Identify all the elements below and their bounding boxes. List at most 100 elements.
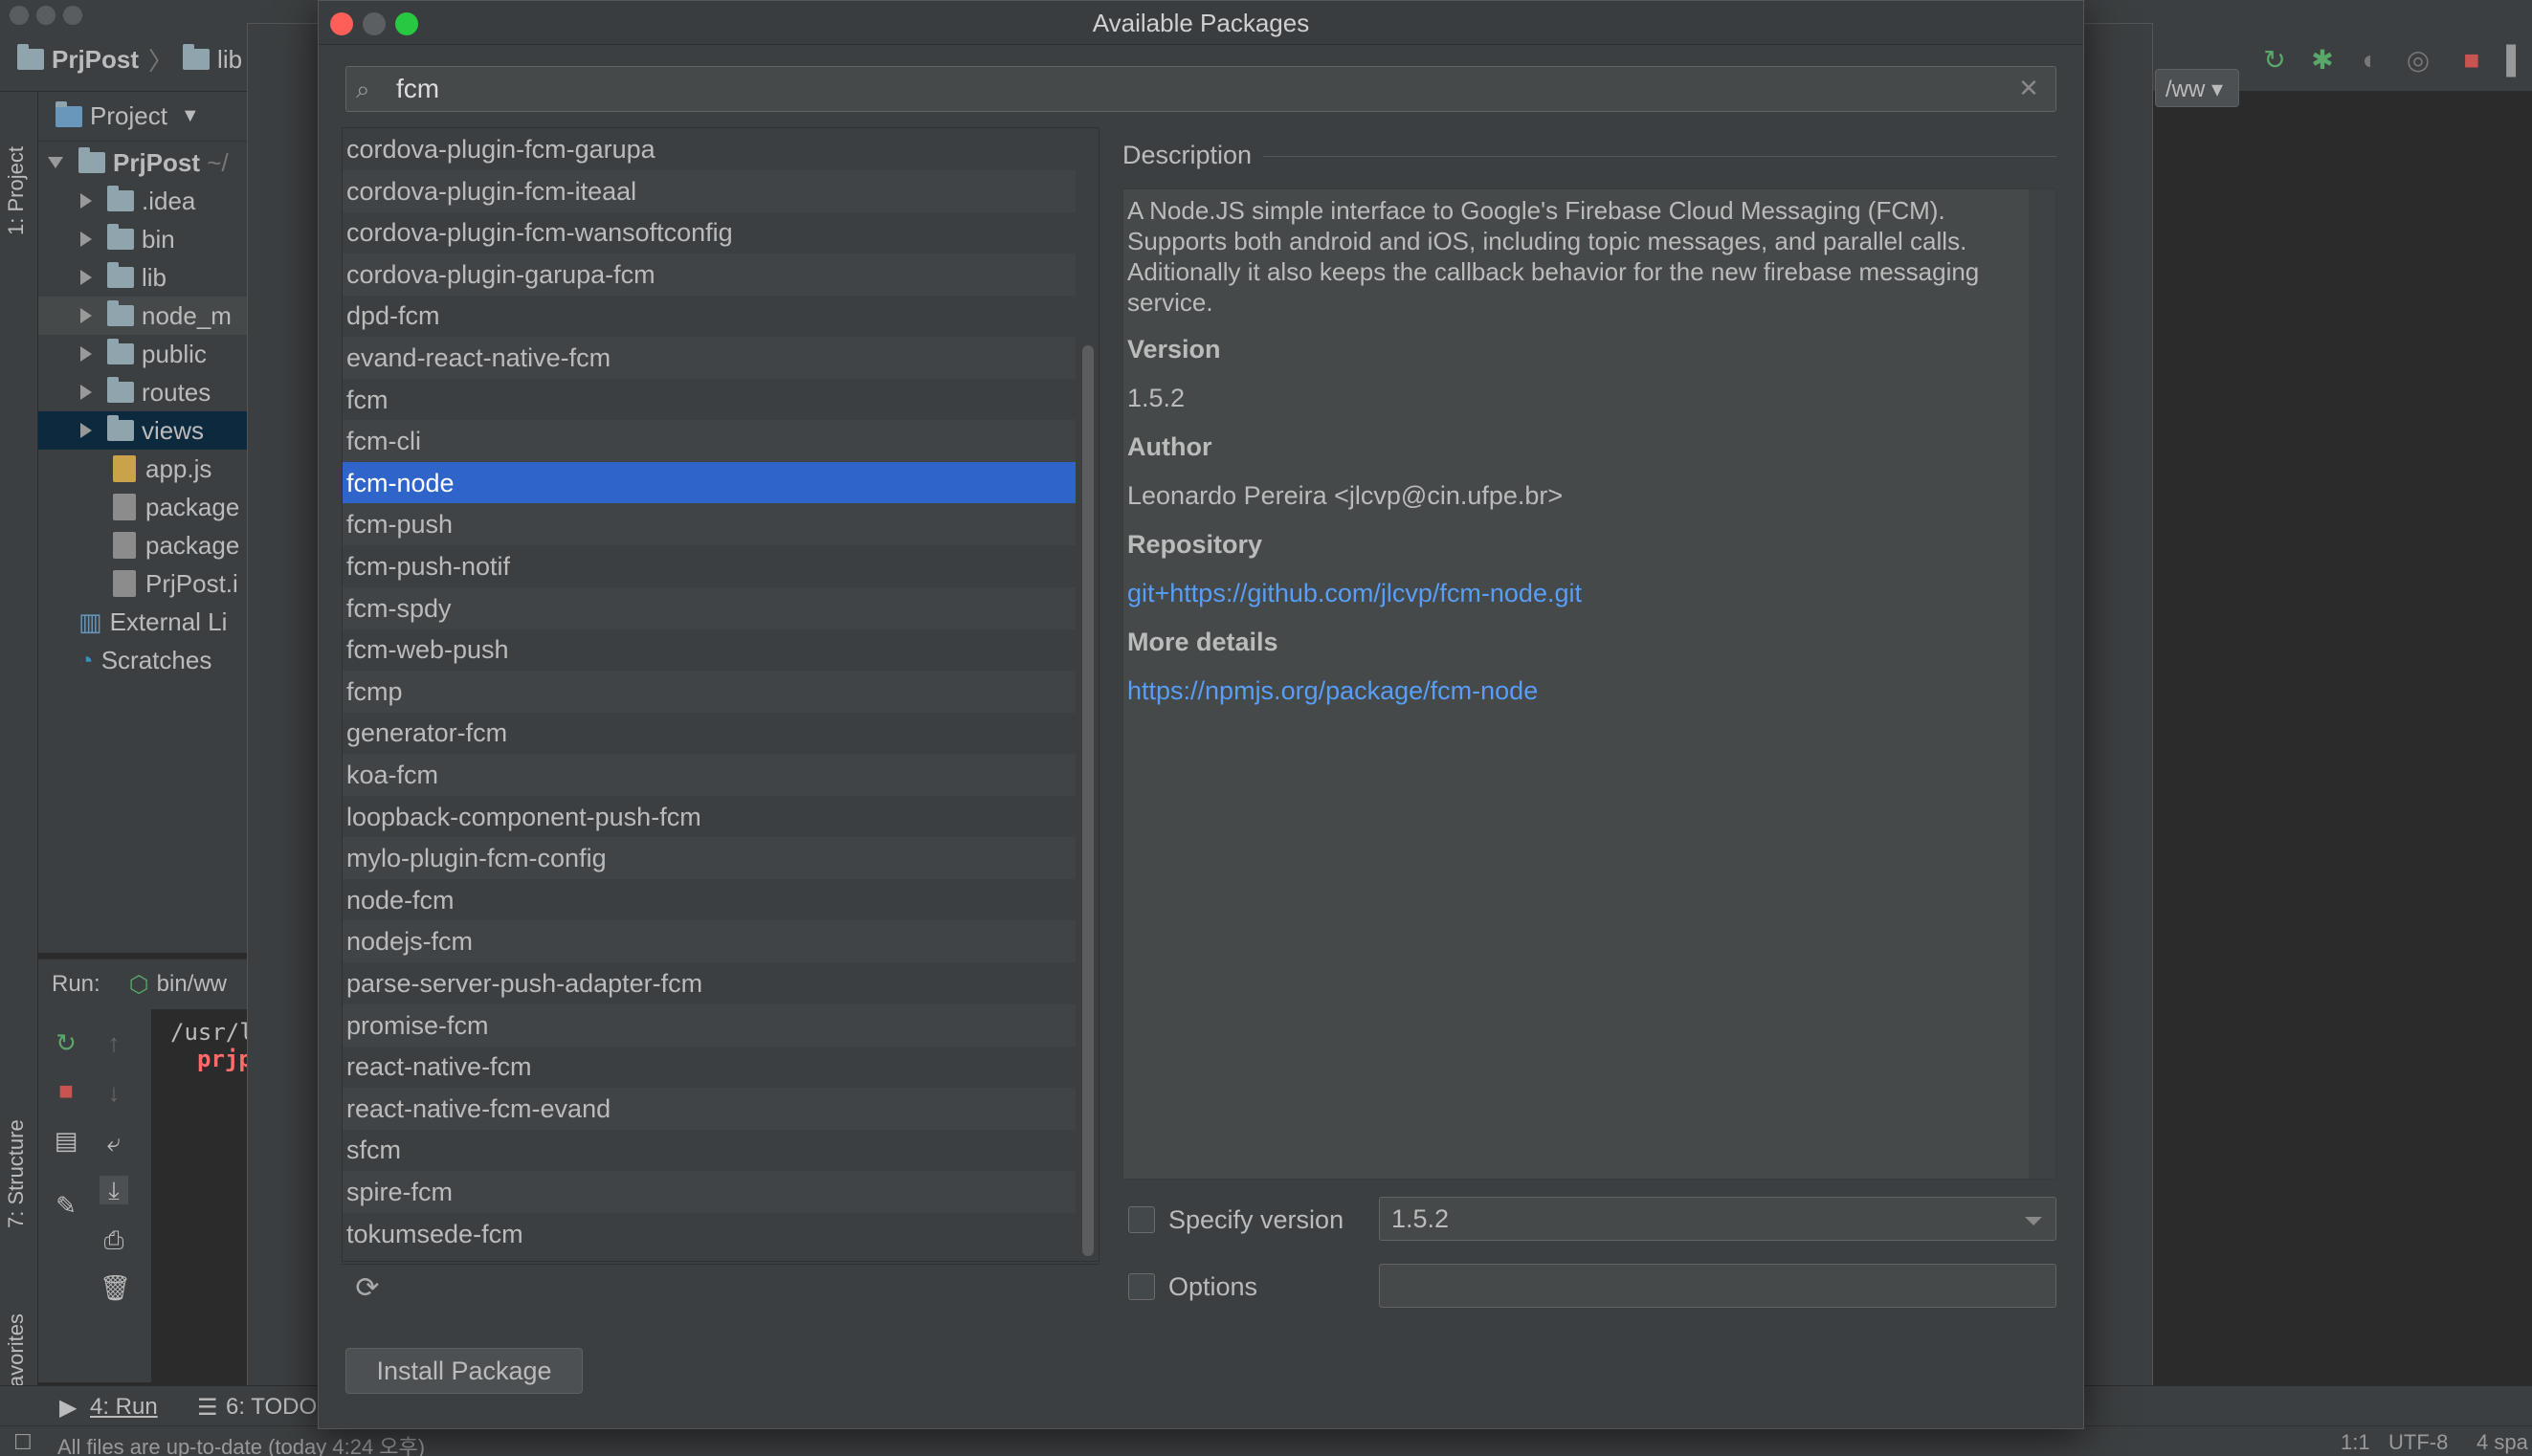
breadcrumb: PrjPost 〉 lib bbox=[17, 42, 242, 77]
package-list-item[interactable]: koa-fcm bbox=[343, 754, 1076, 796]
package-list-item[interactable]: tokumsede-fcm bbox=[343, 1213, 1076, 1255]
package-list-item[interactable]: generator-fcm bbox=[343, 712, 1076, 754]
pin-icon[interactable]: ✎ bbox=[52, 1191, 80, 1220]
tree-item[interactable]: package bbox=[38, 526, 251, 564]
run-config-select[interactable]: /ww ▾ bbox=[2155, 69, 2239, 107]
tree-item[interactable]: ◔ Scratches bbox=[38, 641, 251, 679]
down-arrow-icon[interactable]: ↓ bbox=[100, 1078, 128, 1107]
tree-item[interactable]: views bbox=[38, 411, 251, 450]
tree-item[interactable]: PrjPost.i bbox=[38, 564, 251, 603]
run-panel-header: Run: ⬡ bin/ww bbox=[38, 960, 251, 1009]
tab-structure[interactable]: 7: Structure bbox=[4, 1119, 29, 1228]
search-input[interactable] bbox=[396, 71, 1985, 107]
package-list-item[interactable]: cordova-plugin-fcm-iteaal bbox=[343, 169, 1076, 212]
rerun-icon[interactable]: ↻ bbox=[2260, 46, 2289, 75]
tree-item[interactable]: package bbox=[38, 488, 251, 526]
indent-setting[interactable]: 4 spa bbox=[2476, 1430, 2528, 1455]
tree-item[interactable]: routes bbox=[38, 373, 251, 411]
package-list-item[interactable]: promise-fcm bbox=[343, 1004, 1076, 1047]
caret-position[interactable]: 1:1 bbox=[2341, 1430, 2370, 1455]
clear-icon[interactable]: ✕ bbox=[2013, 73, 2044, 103]
options-input[interactable] bbox=[1379, 1264, 2056, 1308]
tree-item[interactable]: ▥ External Li bbox=[38, 603, 251, 641]
description-scrollbar[interactable] bbox=[2029, 189, 2055, 1179]
package-list-item[interactable]: nodejs-fcm bbox=[343, 920, 1076, 963]
package-list-item[interactable]: fcm bbox=[343, 379, 1076, 421]
tab-todo[interactable]: 6: TODO bbox=[226, 1394, 317, 1421]
package-list-item[interactable]: cordova-plugin-fcm-garupa bbox=[343, 128, 1076, 170]
tree-item[interactable]: .idea bbox=[38, 182, 251, 220]
specify-version-checkbox[interactable] bbox=[1128, 1206, 1155, 1233]
tree-item-label: lib bbox=[142, 262, 167, 292]
package-list-item[interactable]: cordova-plugin-garupa-fcm bbox=[343, 253, 1076, 296]
version-select[interactable]: 1.5.2 bbox=[1379, 1197, 2056, 1241]
maximize-button[interactable] bbox=[395, 12, 418, 35]
package-list-item[interactable]: react-native-fcm-evand bbox=[343, 1087, 1076, 1130]
options-checkbox[interactable] bbox=[1128, 1273, 1155, 1300]
package-list-item[interactable]: sfcm bbox=[343, 1129, 1076, 1171]
package-list[interactable]: cordova-plugin-fcm-garupa cordova-plugin-… bbox=[342, 127, 1099, 1262]
tree-item[interactable]: lib bbox=[38, 258, 251, 297]
refresh-icon[interactable]: ⟳ bbox=[351, 1272, 384, 1305]
package-list-item[interactable]: react-native-fcm bbox=[343, 1046, 1076, 1088]
ide-minimize-button[interactable] bbox=[36, 6, 56, 25]
package-list-item[interactable]: fcmp bbox=[343, 670, 1076, 713]
up-arrow-icon[interactable]: ↑ bbox=[100, 1028, 128, 1057]
breadcrumb-item[interactable]: lib bbox=[217, 45, 242, 75]
repository-link[interactable]: git+https://github.com/jlcvp/fcm-node.gi… bbox=[1127, 579, 2052, 608]
tree-item-label: Scratches bbox=[100, 645, 212, 674]
tree-item[interactable]: bin bbox=[38, 220, 251, 258]
chevron-right-icon bbox=[80, 346, 92, 362]
stop-icon[interactable]: ■ bbox=[52, 1076, 80, 1105]
package-list-item[interactable]: fcm-push bbox=[343, 503, 1076, 546]
package-list-item[interactable]: fcm-cli bbox=[343, 420, 1076, 463]
trash-icon[interactable]: 🗑 bbox=[100, 1273, 131, 1302]
stop-icon[interactable]: ■ bbox=[2457, 46, 2486, 75]
tree-item[interactable]: node_m bbox=[38, 297, 251, 335]
status-icon[interactable]: ☐ bbox=[13, 1430, 33, 1455]
package-list-item[interactable]: fcm-node bbox=[343, 461, 1076, 504]
file-encoding[interactable]: UTF-8 bbox=[2388, 1430, 2448, 1455]
author-heading: Author bbox=[1127, 432, 1212, 461]
layout-icon[interactable]: ▌ bbox=[2501, 46, 2530, 75]
project-panel-header[interactable]: Project ▼ bbox=[38, 92, 251, 142]
js-file-icon bbox=[113, 455, 136, 482]
tab-run[interactable]: 4: Run bbox=[90, 1394, 158, 1421]
package-list-item[interactable]: cordova-plugin-fcm-wansoftconfig bbox=[343, 211, 1076, 254]
layout-icon[interactable]: ▤ bbox=[52, 1126, 80, 1155]
package-list-item[interactable]: evand-react-native-fcm bbox=[343, 337, 1076, 379]
soft-wrap-icon[interactable]: ⤶ bbox=[100, 1128, 128, 1157]
package-list-item[interactable]: parse-server-push-adapter-fcm bbox=[343, 962, 1076, 1004]
more-details-link[interactable]: https://npmjs.org/package/fcm-node bbox=[1127, 676, 2052, 706]
scroll-to-end-icon[interactable]: ⤓ bbox=[100, 1176, 128, 1204]
package-list-item[interactable]: dpd-fcm bbox=[343, 295, 1076, 337]
close-button[interactable] bbox=[330, 12, 353, 35]
breadcrumb-item[interactable]: PrjPost bbox=[52, 45, 139, 75]
tab-project[interactable]: 1: Project bbox=[4, 146, 29, 235]
tree-item[interactable]: app.js bbox=[38, 450, 251, 488]
tree-item-root[interactable]: PrjPost ~/ bbox=[38, 143, 251, 182]
search-icon[interactable]: ⌕ bbox=[356, 75, 385, 103]
profile-icon[interactable]: ◎ bbox=[2404, 46, 2432, 75]
print-icon[interactable]: ⎙ bbox=[100, 1225, 128, 1254]
tree-item[interactable]: public bbox=[38, 335, 251, 373]
debug-icon[interactable]: ✱ bbox=[2308, 46, 2337, 75]
package-list-item[interactable]: fcm-push-notif bbox=[343, 545, 1076, 587]
ide-maximize-button[interactable] bbox=[63, 6, 82, 25]
rerun-icon[interactable]: ↻ bbox=[52, 1028, 80, 1057]
run-target-tab[interactable]: bin/ww bbox=[157, 971, 227, 998]
coverage-icon[interactable]: ◐ bbox=[2356, 46, 2385, 75]
package-list-scrollbar[interactable] bbox=[1082, 345, 1094, 1256]
tree-item-label: node_m bbox=[142, 300, 232, 330]
package-list-item[interactable]: node-fcm bbox=[343, 879, 1076, 921]
chevron-right-icon bbox=[80, 385, 92, 400]
ide-close-button[interactable] bbox=[10, 6, 29, 25]
minimize-button[interactable] bbox=[363, 12, 386, 35]
package-list-item[interactable]: fcm-web-push bbox=[343, 629, 1076, 671]
install-package-button[interactable]: Install Package bbox=[345, 1348, 583, 1394]
package-list-item[interactable]: spire-fcm bbox=[343, 1171, 1076, 1213]
package-list-item[interactable]: mylo-plugin-fcm-config bbox=[343, 837, 1076, 880]
package-list-item[interactable]: loopback-component-push-fcm bbox=[343, 796, 1076, 838]
package-list-item[interactable]: fcm-spdy bbox=[343, 586, 1076, 629]
status-text: All files are up-to-date (today 4:24 오후) bbox=[57, 1435, 426, 1456]
